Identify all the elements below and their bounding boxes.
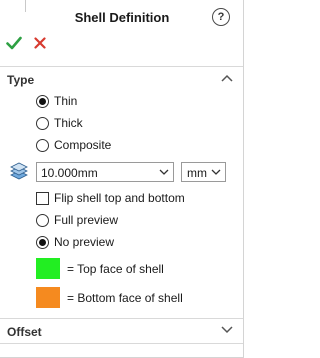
chevron-down-icon[interactable] <box>221 326 233 334</box>
unit-select[interactable]: mm <box>181 162 226 182</box>
radio-thick-label: Thick <box>54 116 83 130</box>
radio-no-preview-button[interactable] <box>36 235 49 249</box>
thickness-icon <box>10 162 28 180</box>
cancel-button[interactable] <box>34 37 46 49</box>
radio-no-preview[interactable]: No preview <box>36 233 114 251</box>
radio-thin[interactable]: Thin <box>36 92 77 110</box>
radio-thick[interactable]: Thick <box>36 114 83 132</box>
help-icon[interactable]: ? <box>212 8 230 26</box>
separator <box>0 318 243 319</box>
radio-full-preview-label: Full preview <box>54 213 119 227</box>
radio-full-preview-button[interactable] <box>36 213 49 227</box>
separator <box>0 66 243 67</box>
top-face-swatch <box>36 258 60 279</box>
type-section-label: Type <box>7 73 35 87</box>
x-icon <box>34 37 46 49</box>
ok-button[interactable] <box>6 36 22 50</box>
flip-shell-box[interactable] <box>36 191 49 205</box>
radio-full-preview[interactable]: Full preview <box>36 211 118 229</box>
radio-composite-label: Composite <box>54 138 112 152</box>
radio-thin-button[interactable] <box>36 94 49 108</box>
bottom-face-swatch <box>36 287 60 308</box>
checkmark-icon <box>6 36 22 50</box>
thickness-value: 10.000mm <box>41 166 98 180</box>
separator <box>0 343 243 344</box>
offset-section-label: Offset <box>7 325 42 339</box>
chevron-down-icon[interactable] <box>211 169 221 176</box>
offset-section-header[interactable]: Offset <box>0 321 243 343</box>
flip-shell-label: Flip shell top and bottom <box>54 191 185 205</box>
radio-no-preview-label: No preview <box>54 235 115 249</box>
type-section-header[interactable]: Type <box>0 69 243 91</box>
radio-composite-button[interactable] <box>36 138 49 152</box>
flip-shell-checkbox[interactable]: Flip shell top and bottom <box>36 189 185 207</box>
radio-composite[interactable]: Composite <box>36 136 111 154</box>
unit-value: mm <box>187 166 207 180</box>
bottom-face-label: = Bottom face of shell <box>67 291 183 305</box>
thickness-input[interactable]: 10.000mm <box>36 162 174 182</box>
top-face-label: = Top face of shell <box>67 262 164 276</box>
chevron-up-icon[interactable] <box>221 74 233 82</box>
chevron-down-icon[interactable] <box>159 169 169 176</box>
panel-title: Shell Definition <box>74 10 170 25</box>
radio-thick-button[interactable] <box>36 116 49 130</box>
radio-thin-label: Thin <box>54 94 78 108</box>
